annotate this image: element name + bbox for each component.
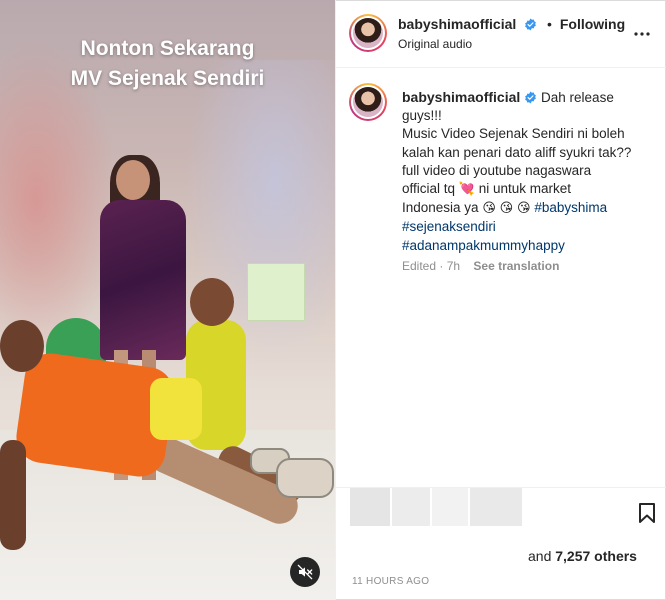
separator-dot: • [547, 16, 552, 32]
video-overlay-title: Nonton Sekarang MV Sejenak Sendiri [0, 34, 335, 94]
liker-name-blurred [470, 488, 522, 526]
likes-count[interactable]: 7,257 others [555, 548, 637, 564]
liker-avatar-blurred [350, 488, 390, 526]
likes-prefix: and [528, 548, 552, 564]
caption-username-link[interactable]: babyshimaofficial [402, 89, 520, 105]
caption-line: official tq [402, 181, 456, 197]
dancer-orange-head [0, 320, 44, 372]
liker-name-blurred [432, 488, 468, 526]
post-details-pane: babyshimaofficial • Following Original a… [335, 0, 666, 600]
save-button[interactable] [638, 502, 656, 529]
singer-dress [100, 200, 186, 360]
overlay-line-1: Nonton Sekarang [80, 37, 255, 60]
caption-line: ni untuk market [478, 181, 572, 197]
singer-head [116, 160, 150, 200]
audio-label[interactable]: Original audio [398, 37, 472, 51]
likes-summary[interactable]: and 7,257 others [528, 548, 637, 564]
more-horizontal-icon [634, 32, 650, 36]
hashtag-link[interactable]: #sejenaksendiri [402, 219, 496, 234]
edited-time: Edited · 7h [402, 259, 461, 273]
bookmark-icon [639, 503, 655, 523]
caption-line: Music Video Sejenak Sendiri ni boleh [402, 126, 625, 142]
see-translation-link[interactable]: See translation [473, 259, 559, 273]
dancer-orange-arm [0, 440, 26, 550]
post-header: babyshimaofficial • Following Original a… [336, 0, 666, 68]
kiss-face-emoji-icon: 😘 [499, 201, 514, 217]
kiss-face-emoji-icon: 😘 [516, 201, 531, 217]
verified-badge-icon [525, 18, 537, 31]
studio-screen [247, 263, 305, 321]
caption-line: Indonesia ya [402, 200, 479, 216]
avatar-image [353, 87, 383, 117]
mute-button[interactable] [290, 557, 320, 587]
liker-avatar-blurred [392, 488, 430, 526]
post-video[interactable]: Nonton Sekarang MV Sejenak Sendiri [0, 0, 335, 600]
kiss-face-emoji-icon: 😘 [482, 201, 496, 217]
speaker-muted-icon [297, 564, 313, 580]
caption-line: full video di youtube nagaswara [402, 162, 592, 178]
caption-line: Dah release [541, 90, 614, 105]
following-button[interactable]: Following [560, 16, 625, 32]
caption-avatar[interactable] [349, 83, 387, 121]
avatar[interactable] [349, 14, 387, 52]
more-options-button[interactable] [633, 24, 651, 42]
post-actions: and 7,257 others 11 HOURS AGO [336, 487, 666, 600]
overlay-line-2: MV Sejenak Sendiri [70, 67, 265, 90]
hashtag-link[interactable]: #adanampakmummyhappy [402, 238, 565, 253]
sneaker [276, 458, 334, 498]
caption-line: guys!!! [402, 108, 442, 124]
username-link[interactable]: babyshimaofficial [398, 16, 516, 32]
caption-text: babyshimaofficial Dah release guys!!! Mu… [402, 88, 642, 255]
dancer-orange-shorts [150, 378, 202, 440]
heart-kiss-emoji-icon: 💘 [458, 182, 475, 198]
hashtag-link[interactable]: #babyshima [534, 200, 607, 215]
avatar-image [353, 18, 383, 48]
caption-meta: Edited · 7h See translation [402, 259, 559, 273]
post-timestamp[interactable]: 11 HOURS AGO [352, 576, 429, 587]
dancer-yellow-head [190, 278, 234, 326]
verified-badge-icon [525, 91, 537, 104]
caption-line: kalah kan penari dato aliff syukri tak?? [402, 144, 632, 160]
header-user-line: babyshimaofficial • Following [398, 16, 625, 32]
